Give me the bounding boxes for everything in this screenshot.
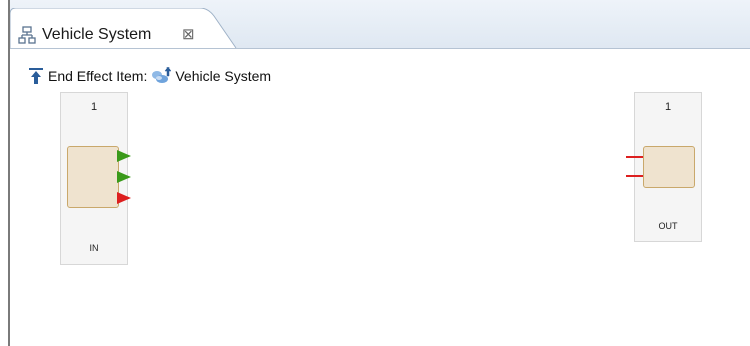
diagram-tree-icon (18, 26, 36, 44)
out-block-port[interactable] (643, 146, 695, 188)
tab-bar: Vehicle System ⊠ (10, 0, 750, 49)
pin-icon (29, 68, 43, 84)
tab-vehicle-system[interactable]: Vehicle System ⊠ (10, 8, 237, 49)
end-effect-label: End Effect Item: (48, 68, 148, 84)
end-effect-item-name[interactable]: Vehicle System (175, 68, 271, 84)
out-block-label: OUT (658, 221, 678, 231)
in-block-label: IN (89, 243, 99, 253)
system-item-icon (152, 67, 172, 83)
tab-title: Vehicle System (42, 26, 152, 43)
close-icon[interactable]: ⊠ (182, 25, 195, 43)
in-block-port[interactable] (67, 146, 119, 208)
in-block-number: 1 (90, 101, 98, 113)
end-effect-header: End Effect Item: Vehicle System (28, 66, 271, 86)
out-block-number: 1 (664, 101, 672, 113)
